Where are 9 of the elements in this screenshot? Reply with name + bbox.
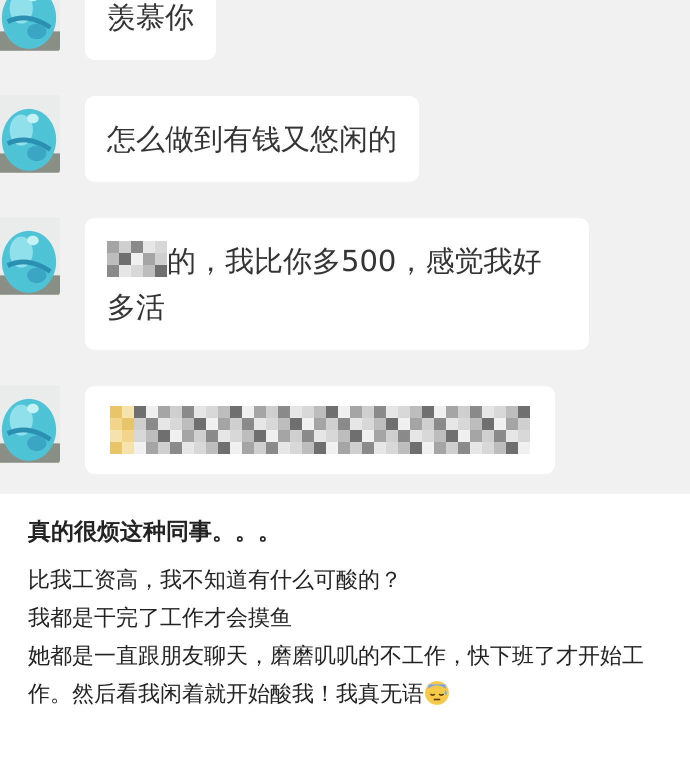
post-text: 比我工资高，我不知道有什么可酸的？	[28, 567, 403, 595]
message-bubble: 的，我比你多500，感觉我好多活	[85, 218, 589, 350]
sweat-face-icon	[424, 680, 450, 706]
message-bubble: 怎么做到有钱又悠闲的	[85, 96, 419, 182]
post-text: 我都是干完了工作才会摸鱼	[28, 605, 293, 633]
message-bubble: 羡慕你	[85, 0, 216, 60]
post-title: 真的很烦这种同事。。。	[28, 518, 282, 547]
post-text: 她都是一直跟朋友聊天，磨磨叽叽的不工作，快下班了才开始工作。然后看我闲着就开始酸我！我真无语	[28, 643, 645, 709]
mosaic-drawing	[107, 241, 167, 277]
